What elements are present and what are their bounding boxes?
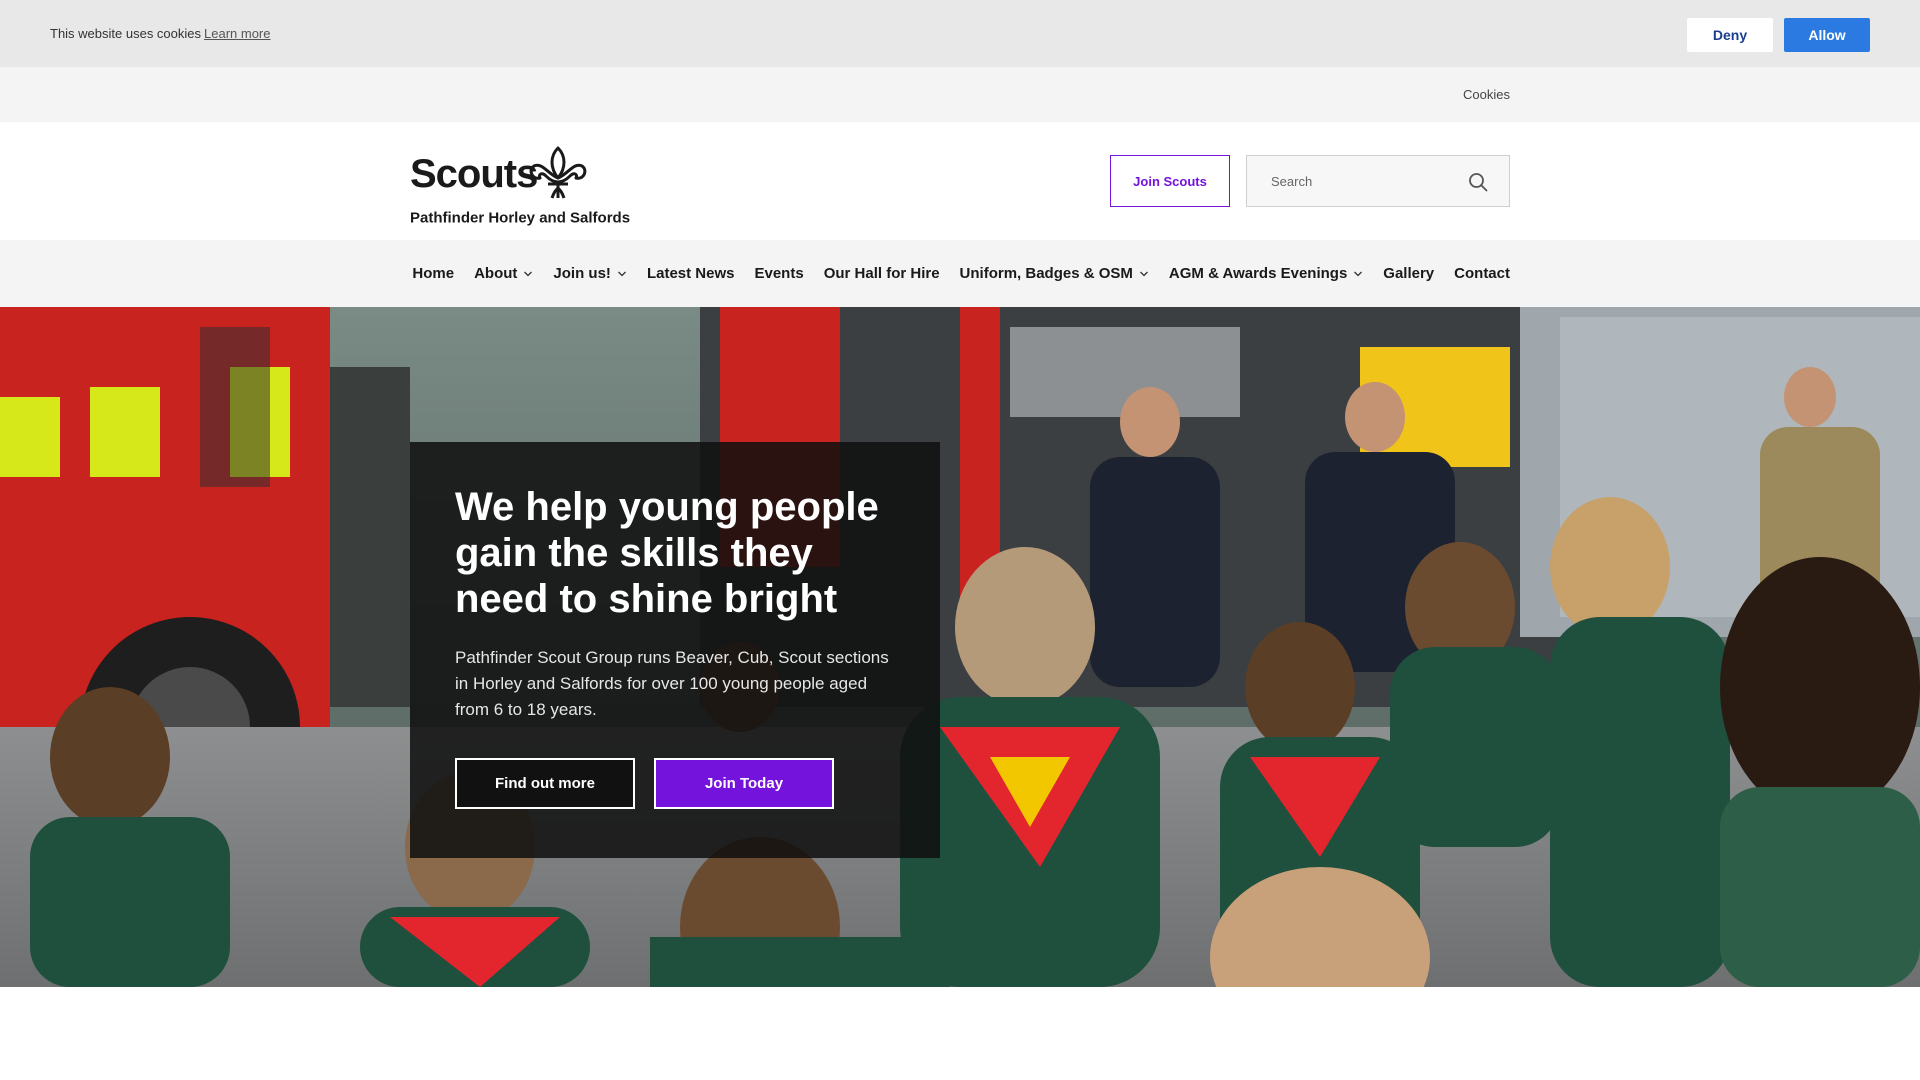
nav-item-events[interactable]: Events — [754, 265, 803, 282]
cookie-message: This website uses cookies — [50, 26, 202, 41]
nav-item-label: Uniform, Badges & OSM — [959, 265, 1133, 282]
nav-item-label: Our Hall for Hire — [823, 265, 940, 282]
hero-photo — [0, 307, 1920, 987]
group-name: Pathfinder Horley and Salfords — [410, 209, 631, 227]
hero-title: We help young people gain the skills the… — [455, 485, 879, 621]
cookie-deny-button[interactable]: Deny — [1687, 18, 1773, 52]
search-box — [1246, 155, 1510, 207]
site-header: Scouts Pathfinder Horley and Salfords Jo… — [0, 122, 1920, 240]
join-scouts-button[interactable]: Join Scouts — [1110, 155, 1230, 207]
nav-item-label: Gallery — [1383, 265, 1435, 282]
cookie-learn-more-link[interactable]: Learn more — [204, 26, 270, 41]
nav-item-uniform-badges[interactable]: Uniform, Badges & OSM — [960, 265, 1149, 282]
nav-item-label: AGM & Awards Evenings — [1168, 265, 1348, 282]
cookies-link[interactable]: Cookies — [1463, 87, 1510, 102]
cookie-allow-button[interactable]: Allow — [1784, 18, 1870, 52]
chevron-down-icon — [1354, 271, 1363, 276]
chevron-down-icon — [617, 271, 626, 276]
nav-item-contact[interactable]: Contact — [1454, 265, 1510, 282]
hero-card: We help young people gain the skills the… — [410, 442, 940, 858]
nav-item-label: Contact — [1454, 265, 1510, 282]
site-logo[interactable]: Scouts Pathfinder Horley and Salfords — [410, 144, 650, 227]
chevron-down-icon — [1139, 271, 1148, 276]
nav-item-label: Events — [754, 265, 804, 282]
nav-item-home[interactable]: Home — [412, 265, 454, 282]
nav-item-label: Join us! — [553, 265, 611, 282]
nav-item-label: Latest News — [646, 265, 735, 282]
join-today-button[interactable]: Join Today — [654, 758, 834, 809]
fleur-de-lis-icon — [529, 146, 587, 199]
hero-description: Pathfinder Scout Group runs Beaver, Cub,… — [455, 648, 889, 719]
nav-item-about[interactable]: About — [474, 265, 533, 282]
chevron-down-icon — [524, 271, 533, 276]
utility-bar: Cookies — [0, 67, 1920, 122]
search-icon[interactable] — [1467, 171, 1489, 193]
nav-list: Home About Join us! Latest News Events O… — [412, 240, 1510, 307]
hero-section: We help young people gain the skills the… — [0, 307, 1920, 987]
main-navigation: Home About Join us! Latest News Events O… — [0, 240, 1920, 307]
nav-item-agm-awards[interactable]: AGM & Awards Evenings — [1169, 265, 1363, 282]
logo-wordmark: Scouts — [410, 152, 538, 196]
search-input[interactable] — [1247, 156, 1457, 206]
find-out-more-button[interactable]: Find out more — [455, 758, 635, 809]
nav-item-label: Home — [412, 265, 455, 282]
nav-item-label: About — [474, 265, 518, 282]
cookie-banner: This website uses cookies Learn more Den… — [0, 0, 1920, 67]
nav-item-hall-for-hire[interactable]: Our Hall for Hire — [824, 265, 940, 282]
nav-item-latest-news[interactable]: Latest News — [647, 265, 735, 282]
nav-item-gallery[interactable]: Gallery — [1383, 265, 1434, 282]
nav-item-join-us[interactable]: Join us! — [553, 265, 627, 282]
